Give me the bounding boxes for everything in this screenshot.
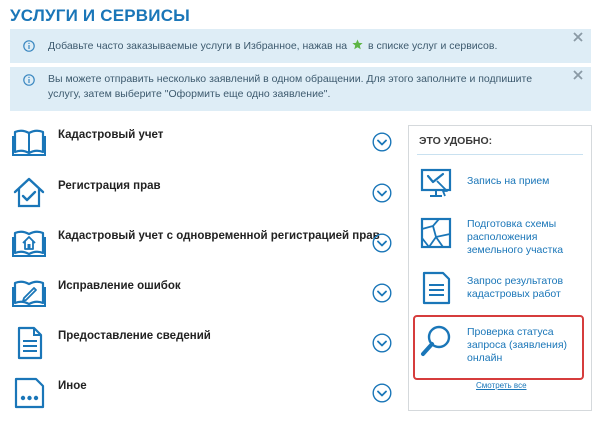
report-icon [422,271,451,305]
chevron-down-icon[interactable] [372,383,392,403]
alert-text-before: Добавьте часто заказываемые услуги в Изб… [48,40,348,52]
alert-text-after: в списке услуг и сервисов. [367,40,498,52]
side-item-label: Запись на прием [467,175,550,187]
favorites-hint-alert: Добавьте часто заказываемые услуги в Изб… [10,29,591,63]
info-icon [23,74,35,86]
see-all-link[interactable]: Смотреть все [476,381,527,390]
close-icon[interactable] [573,32,583,42]
alert-text: Добавьте часто заказываемые услуги в Изб… [48,39,561,54]
side-item-cadastral-results[interactable]: Запрос результатов кадастровых работ [415,271,581,315]
chevron-down-icon[interactable] [372,333,392,353]
page-title: УСЛУГИ И СЕРВИСЫ [10,6,191,25]
service-error-correction[interactable]: Исправление ошибок [10,276,400,320]
monitor-cursor-icon [420,168,452,197]
divider [417,154,583,155]
side-panel-title: ЭТО УДОБНО: [419,135,493,147]
alert-text: Вы можете отправить несколько заявлений … [48,73,533,100]
close-icon[interactable] [573,70,583,80]
multi-request-alert: Вы можете отправить несколько заявлений … [10,67,591,111]
service-other[interactable]: Иное [10,376,400,420]
service-label: Кадастровый учет [58,129,164,141]
service-information-provision[interactable]: Предоставление сведений [10,326,400,370]
star-icon [352,39,363,50]
service-cadastral-registration[interactable]: Кадастровый учет [10,125,400,169]
service-label: Исправление ошибок [58,280,181,292]
book-pencil-icon [12,280,46,307]
side-item-label: Запрос результатов кадастровых работ [467,275,564,300]
service-label: Кадастровый учет с одновременной регистр… [58,230,380,242]
service-cadastral-with-registration[interactable]: Кадастровый учет с одновременной регистр… [10,226,400,270]
chevron-down-icon[interactable] [372,283,392,303]
service-label: Регистрация прав [58,180,161,192]
chevron-down-icon[interactable] [372,233,392,253]
document-icon [17,326,43,360]
land-plot-icon [420,217,452,249]
service-rights-registration[interactable]: Регистрация прав [10,176,400,220]
highlight-frame [413,315,584,380]
side-item-land-scheme[interactable]: Подготовка схемы расположения земельного… [415,216,581,260]
more-dots-icon [14,377,45,409]
service-label: Предоставление сведений [58,330,211,342]
chevron-down-icon[interactable] [372,132,392,152]
side-item-label: Подготовка схемы расположения земельного… [467,218,564,256]
chevron-down-icon[interactable] [372,183,392,203]
service-label: Иное [58,380,87,392]
info-icon [23,40,35,52]
open-book-icon [12,129,46,156]
book-house-icon [12,230,46,257]
side-item-appointment[interactable]: Запись на прием [415,166,581,210]
house-check-icon [13,177,45,208]
